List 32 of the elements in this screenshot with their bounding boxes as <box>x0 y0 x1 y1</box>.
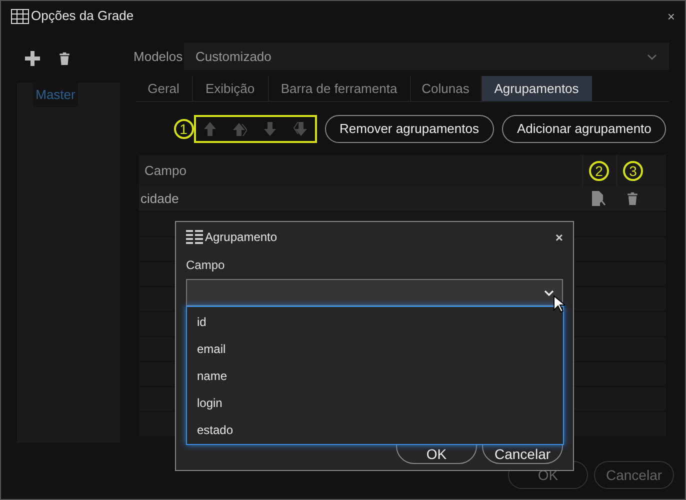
cursor-icon <box>553 295 565 313</box>
tab[interactable]: Agrupamentos <box>482 76 592 101</box>
add-icon[interactable] <box>25 50 40 66</box>
callout-marker: 2 <box>589 160 610 180</box>
field-label: Modelos <box>134 48 184 66</box>
edit-document-icon[interactable] <box>592 191 606 206</box>
model-select[interactable]: Customizado <box>184 43 669 70</box>
dropdown-option[interactable]: login <box>187 389 563 416</box>
chevron-down-icon <box>647 54 657 60</box>
dropdown-option[interactable]: name <box>187 362 563 389</box>
dropdown-option[interactable]: email <box>187 335 563 362</box>
select-field[interactable] <box>186 279 563 306</box>
chevron-down-icon <box>544 290 554 296</box>
window-title: Opções da Grade <box>31 7 134 26</box>
delete-icon[interactable] <box>626 191 640 206</box>
close-button[interactable]: × <box>667 10 675 22</box>
column-header: Campo <box>144 162 186 180</box>
close-button[interactable]: × <box>555 230 563 244</box>
callout-marker: 3 <box>623 160 644 180</box>
dialog-title: Agrupamento <box>205 229 278 246</box>
tab[interactable]: Barra de ferramenta <box>268 76 411 101</box>
delete-icon[interactable] <box>58 50 71 66</box>
dropdown-option[interactable]: id <box>187 308 563 335</box>
field-label: Campo <box>186 257 226 274</box>
callout-marker: 1 <box>174 119 194 139</box>
table-cell: cidade <box>140 190 179 206</box>
toolbar-button[interactable]: Adicionar agrupamento <box>502 115 666 143</box>
tab[interactable]: Geral <box>136 76 193 101</box>
toolbar-button[interactable]: Remover agrupamentos <box>324 115 494 143</box>
tab[interactable]: Exibição <box>192 76 269 101</box>
list-icon <box>186 230 203 244</box>
table-icon <box>11 8 29 24</box>
